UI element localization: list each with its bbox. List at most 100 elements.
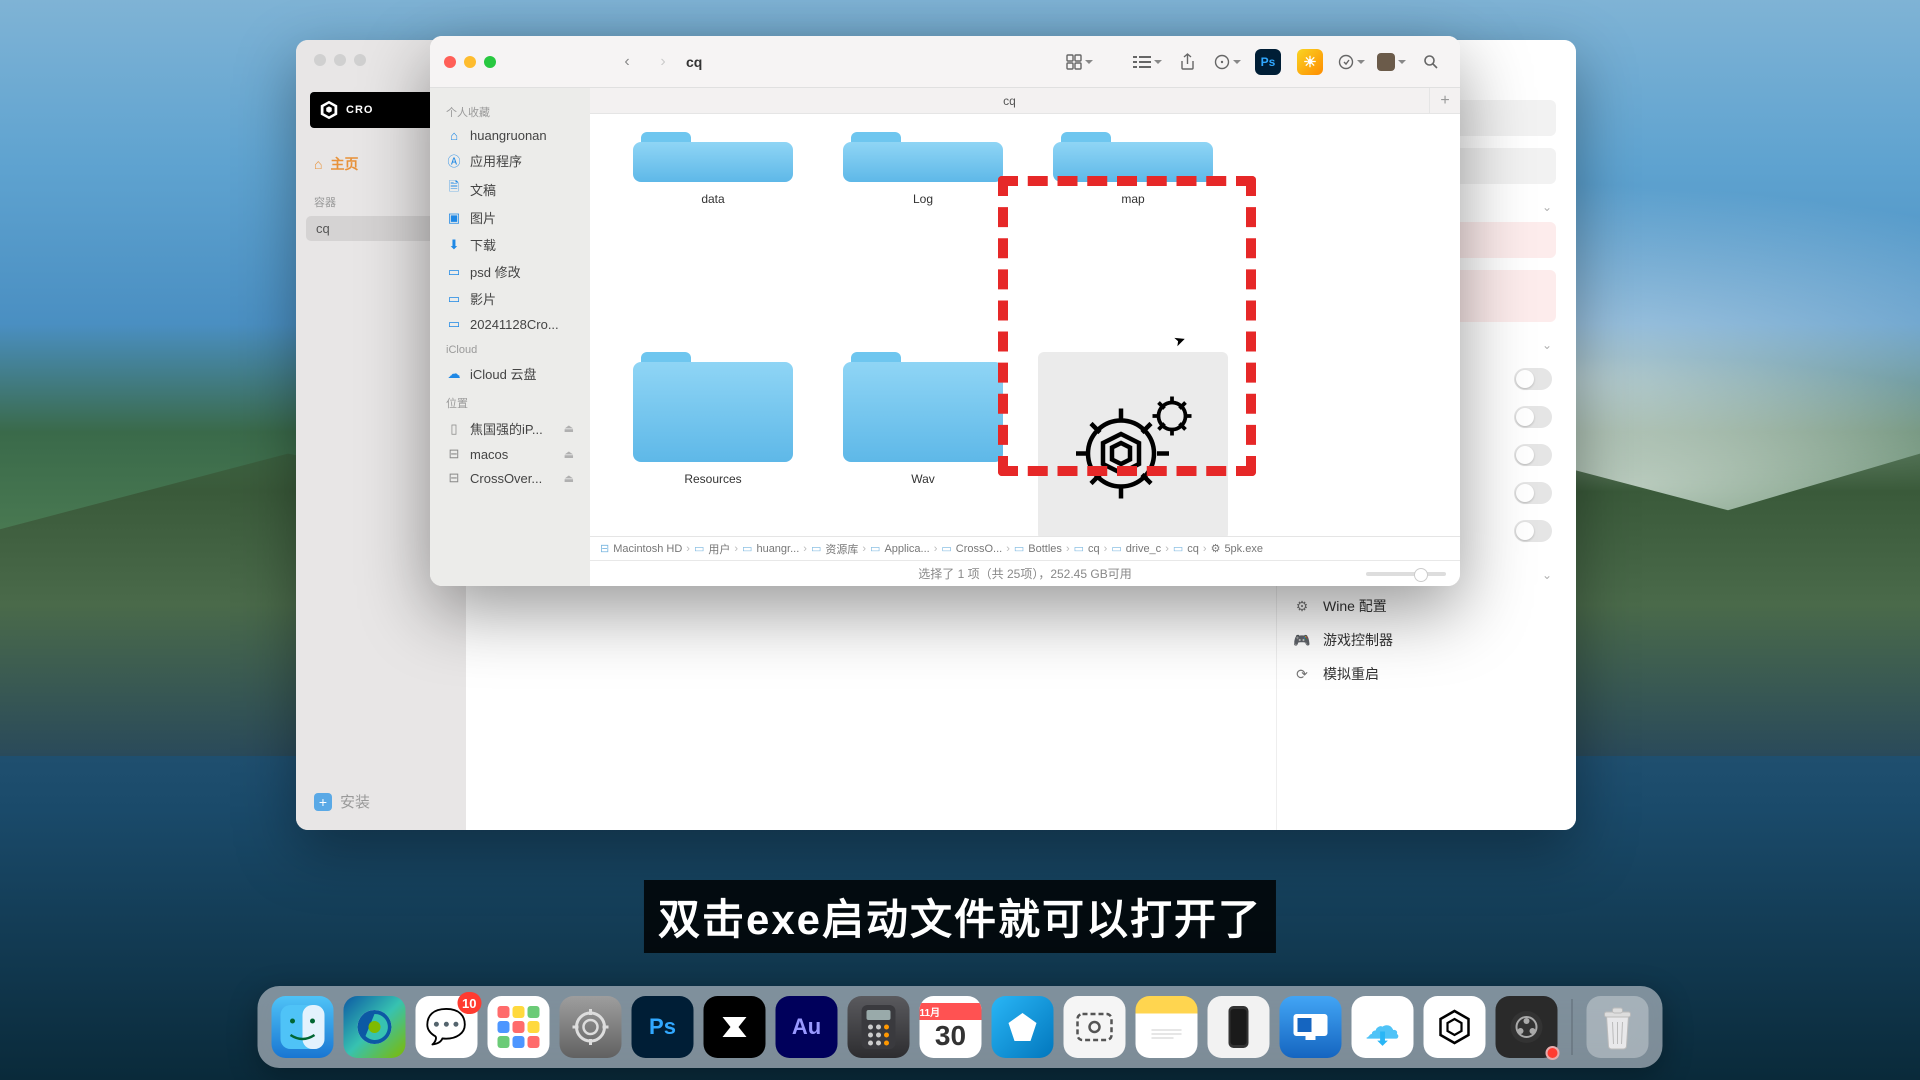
file-item-wav[interactable]: Wav <box>818 344 1028 536</box>
finder-toolbar: ‹ › cq Ps ☀ <box>430 36 1460 88</box>
video-subtitle: 双击exe启动文件就可以打开了 <box>644 880 1276 953</box>
zoom-slider[interactable] <box>1366 572 1446 576</box>
dock-photoshop[interactable]: Ps <box>632 996 694 1058</box>
dock-iphone-mirror[interactable] <box>1208 996 1270 1058</box>
movies-icon: ▭ <box>446 291 462 307</box>
tags-icon[interactable] <box>1212 48 1242 76</box>
dock-wechat[interactable]: 💬10 <box>416 996 478 1058</box>
finder-tab-cq[interactable]: cq <box>590 88 1430 113</box>
crossover-action-reboot[interactable]: ⟳模拟重启 <box>1289 657 1556 691</box>
sidebar-item-home[interactable]: ⌂huangruonan <box>430 124 590 147</box>
finder-tabbar: cq + <box>590 88 1460 114</box>
toggle-msync-switch[interactable] <box>1514 482 1552 504</box>
dock-eagle[interactable] <box>992 996 1054 1058</box>
sidebar-item-iphone[interactable]: ▯焦国强的iP...⏏ <box>430 415 590 442</box>
toolbar-weather-icon[interactable]: ☀ <box>1297 49 1323 75</box>
finder-file-area[interactable]: data Log map Resources Wav <box>590 114 1460 536</box>
view-mode-icon[interactable] <box>1064 48 1094 76</box>
gear-mini-icon: ⚙ <box>1211 542 1221 555</box>
finder-pathbar[interactable]: ⊟Macintosh HD› ▭用户› ▭huangr...› ▭资源库› ▭A… <box>590 536 1460 560</box>
pictures-icon: ▣ <box>446 210 462 226</box>
chevron-down-icon[interactable]: ⌄ <box>1542 200 1552 214</box>
dock-screenshot[interactable] <box>1064 996 1126 1058</box>
sidebar-item-psd[interactable]: ▭psd 修改 <box>430 258 590 285</box>
finder-traffic-lights[interactable] <box>444 56 496 68</box>
group-icon[interactable] <box>1132 48 1162 76</box>
toggle-1[interactable] <box>1514 368 1552 390</box>
toggle-2[interactable] <box>1514 406 1552 428</box>
folder-icon <box>633 352 793 462</box>
back-button[interactable]: ‹ <box>614 49 640 75</box>
exe-icon <box>1038 352 1228 536</box>
dock-obs[interactable] <box>1496 996 1558 1058</box>
chevron-down-icon[interactable]: ⌄ <box>1542 568 1552 582</box>
file-item-resources[interactable]: Resources <box>608 344 818 536</box>
action-circle-icon[interactable] <box>1336 48 1366 76</box>
dock-settings[interactable] <box>560 996 622 1058</box>
crossover-logo-icon <box>318 99 340 121</box>
dock-capcut[interactable] <box>704 996 766 1058</box>
folder-icon: ▭ <box>1074 542 1084 555</box>
sidebar-item-movies[interactable]: ▭影片 <box>430 285 590 312</box>
dock-notes[interactable] <box>1136 996 1198 1058</box>
gamepad-icon: 🎮 <box>1293 632 1311 649</box>
crossover-action-wine[interactable]: ⚙Wine 配置 <box>1289 589 1556 623</box>
finder-statusbar: 选择了 1 项（共 25项），252.45 GB可用 <box>590 560 1460 586</box>
sidebar-item-downloads[interactable]: ⬇下载 <box>430 231 590 258</box>
forward-button[interactable]: › <box>650 49 676 75</box>
sidebar-item-crossover-disk[interactable]: ⊟CrossOver...⏏ <box>430 466 590 490</box>
finder-sidebar: 个人收藏 ⌂huangruonan Ⓐ应用程序 🗎文稿 ▣图片 ⬇下载 ▭psd… <box>430 88 590 586</box>
sidebar-item-macos[interactable]: ⊟macos⏏ <box>430 442 590 466</box>
crossover-action-gamepad[interactable]: 🎮游戏控制器 <box>1289 623 1556 657</box>
crossover-install-button[interactable]: + 安装 <box>296 773 466 830</box>
sidebar-favorites-label: 个人收藏 <box>430 96 590 124</box>
gear-icon: ⚙ <box>1293 598 1311 615</box>
dock-todesk[interactable] <box>1280 996 1342 1058</box>
folder-icon: ▭ <box>870 542 880 555</box>
toolbar-ps-icon[interactable]: Ps <box>1255 49 1281 75</box>
finder-tab-add[interactable]: + <box>1430 88 1460 113</box>
dock-finder[interactable] <box>272 996 334 1058</box>
eject-icon[interactable]: ⏏ <box>564 422 574 435</box>
downloads-icon: ⬇ <box>446 237 462 253</box>
file-item-data[interactable]: data <box>608 124 818 344</box>
dock-calendar[interactable]: 11月30 <box>920 996 982 1058</box>
toggle-esync-switch[interactable] <box>1514 444 1552 466</box>
chevron-down-icon[interactable]: ⌄ <box>1542 338 1552 352</box>
device-icon: ▯ <box>446 421 462 437</box>
finder-title: cq <box>686 54 702 70</box>
dock-audition[interactable]: Au <box>776 996 838 1058</box>
sidebar-item-icloud[interactable]: ☁iCloud 云盘 <box>430 360 590 387</box>
file-item-log[interactable]: Log <box>818 124 1028 344</box>
plus-icon: + <box>314 793 332 811</box>
dock-crossover[interactable] <box>1424 996 1486 1058</box>
home-folder-icon: ⌂ <box>446 128 462 143</box>
sidebar-item-documents[interactable]: 🗎文稿 <box>430 174 590 204</box>
eject-icon[interactable]: ⏏ <box>564 448 574 461</box>
sidebar-item-dated[interactable]: ▭20241128Cro... <box>430 312 590 336</box>
eject-icon[interactable]: ⏏ <box>564 472 574 485</box>
dock-calculator[interactable] <box>848 996 910 1058</box>
share-icon[interactable] <box>1172 48 1202 76</box>
dock-cloud-download[interactable]: ☁⬇ <box>1352 996 1414 1058</box>
sidebar-item-apps[interactable]: Ⓐ应用程序 <box>430 147 590 174</box>
file-item-map[interactable]: map <box>1028 124 1238 344</box>
dock-launchpad[interactable] <box>488 996 550 1058</box>
toolbar-tag-color[interactable] <box>1376 48 1406 76</box>
recording-indicator <box>1546 1046 1560 1060</box>
folder-icon: ▭ <box>694 542 704 555</box>
search-icon[interactable] <box>1416 48 1446 76</box>
finder-content: cq + data Log map Resources Wav <box>590 88 1460 586</box>
folder-icon: ▭ <box>446 264 462 280</box>
dock-edge[interactable] <box>344 996 406 1058</box>
folder-icon: ▭ <box>1173 542 1183 555</box>
disk-icon: ⊟ <box>446 470 462 486</box>
toggle-hires-switch[interactable] <box>1514 520 1552 542</box>
documents-icon: 🗎 <box>446 178 462 200</box>
dock-trash[interactable] <box>1587 996 1649 1058</box>
cloud-icon: ☁ <box>446 366 462 382</box>
file-item-5pk-exe[interactable]: 5pk.exe <box>1028 344 1238 536</box>
sidebar-item-pictures[interactable]: ▣图片 <box>430 204 590 231</box>
disk-icon: ⊟ <box>446 446 462 462</box>
sidebar-icloud-label: iCloud <box>430 336 590 360</box>
